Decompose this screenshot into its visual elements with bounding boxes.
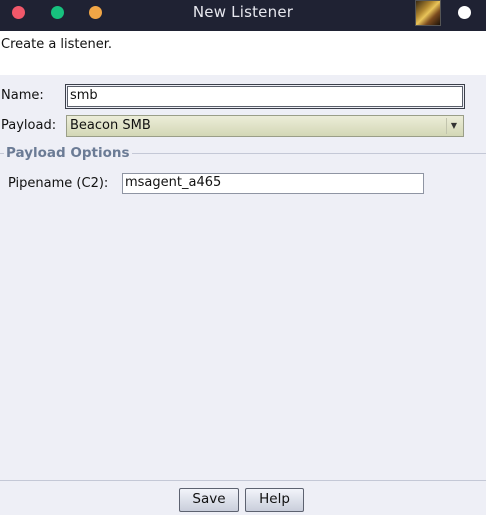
chevron-down-icon[interactable]: ▼ bbox=[446, 118, 461, 134]
save-button[interactable]: Save bbox=[179, 488, 239, 512]
title-bar: New Listener bbox=[0, 0, 486, 31]
description-panel: Create a listener. bbox=[0, 31, 486, 75]
window-title: New Listener bbox=[192, 3, 294, 21]
payload-options-title: Payload Options bbox=[4, 145, 132, 161]
pipename-label: Pipename (C2): bbox=[8, 176, 109, 191]
payload-select-value: Beacon SMB bbox=[70, 118, 151, 133]
payload-select[interactable]: Beacon SMB ▼ bbox=[66, 115, 464, 137]
name-input[interactable]: smb bbox=[65, 84, 465, 109]
pipename-input[interactable]: msagent_a465 bbox=[122, 173, 424, 194]
user-avatar bbox=[415, 0, 441, 26]
footer-divider bbox=[0, 480, 486, 481]
payload-label: Payload: bbox=[1, 118, 57, 133]
description-text: Create a listener. bbox=[1, 37, 113, 52]
help-button[interactable]: Help bbox=[245, 488, 304, 512]
status-dot-icon[interactable] bbox=[458, 6, 471, 19]
name-label: Name: bbox=[1, 88, 44, 103]
